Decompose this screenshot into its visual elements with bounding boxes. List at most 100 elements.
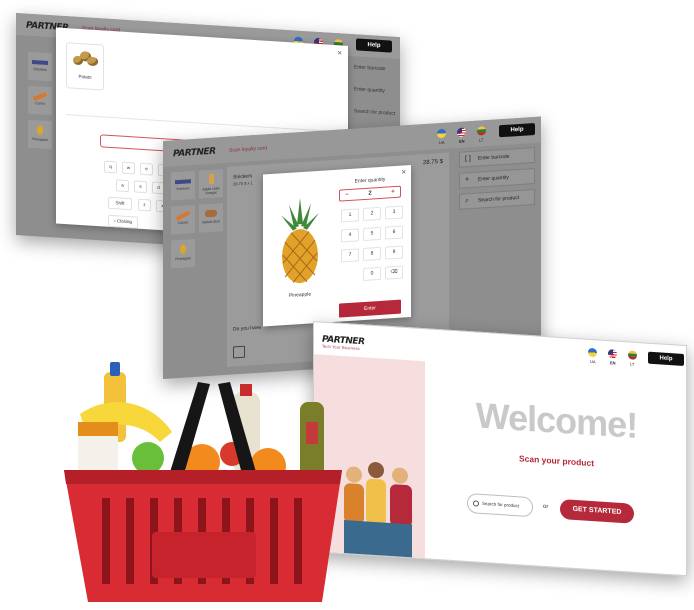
- minus-button[interactable]: −: [341, 190, 353, 201]
- key-a[interactable]: a: [116, 179, 129, 193]
- numpad-key-3[interactable]: 3: [385, 205, 403, 220]
- quantity-stepper[interactable]: − 2 +: [339, 185, 401, 202]
- product-card-label: Potato: [78, 73, 92, 80]
- numpad-key-8[interactable]: 8: [363, 246, 381, 262]
- sidebar-item-label: Pineapple: [32, 137, 48, 142]
- plus-button[interactable]: +: [387, 187, 399, 198]
- search-product-input[interactable]: Search for product: [467, 492, 533, 518]
- quantity-modal: × Pineapple Enter quantity − 2 + 1 2 3 4…: [263, 164, 411, 327]
- help-button[interactable]: Help: [356, 38, 392, 53]
- enter-quantity-button[interactable]: + Enter quantity: [459, 167, 535, 189]
- welcome-title: Welcome!: [475, 394, 638, 446]
- modal-title: Enter quantity: [354, 176, 386, 185]
- flag-ua-label: UA: [590, 358, 596, 365]
- search-placeholder: Search for product: [482, 500, 520, 509]
- sidebar-item-label: Snickers: [33, 67, 47, 72]
- tile-label: Baked dish: [202, 219, 220, 225]
- flag-en-label: EN: [610, 360, 616, 366]
- flag-lt-icon[interactable]: [628, 350, 637, 360]
- keyboard-close-label: Closing: [116, 218, 132, 225]
- menu-search-product[interactable]: Search for product: [354, 108, 395, 117]
- shopping-basket-image: [64, 362, 342, 602]
- brand-logo: PARTNER: [173, 147, 216, 160]
- key-w[interactable]: w: [122, 161, 135, 175]
- scan-hint: Scan your product: [518, 453, 595, 469]
- enter-button[interactable]: Enter: [339, 299, 401, 318]
- flag-en-icon[interactable]: [608, 349, 617, 359]
- pineapple-icon: [180, 244, 186, 254]
- get-started-button[interactable]: GET STARTED: [560, 498, 634, 524]
- scale-icon[interactable]: [233, 345, 245, 359]
- close-icon[interactable]: ×: [337, 48, 342, 57]
- flag-lt-label: LT: [630, 361, 635, 367]
- flag-en-icon[interactable]: [457, 127, 466, 137]
- numpad-key-0[interactable]: 0: [363, 266, 381, 282]
- numpad-key-5[interactable]: 5: [363, 226, 381, 242]
- key-s[interactable]: s: [134, 180, 147, 194]
- sidebar-item-carrot[interactable]: Carrot: [28, 85, 52, 116]
- keyboard-close-key[interactable]: ‹ Closing: [108, 214, 138, 229]
- help-button[interactable]: Help: [499, 122, 535, 138]
- numpad-key-9[interactable]: 9: [385, 245, 403, 260]
- search-product-button[interactable]: ⌕ Search for product: [459, 188, 535, 210]
- key-z[interactable]: z: [138, 198, 151, 212]
- shift-key[interactable]: Shift: [108, 196, 132, 211]
- flag-lt-label: LT: [479, 137, 484, 143]
- barcode-icon: [ ]: [465, 155, 471, 163]
- brand-logo: PARTNER Tech Your Business: [322, 335, 365, 352]
- numpad-key-4[interactable]: 4: [341, 228, 359, 243]
- snickers-icon: [32, 60, 48, 66]
- flag-ua-icon[interactable]: [437, 128, 446, 139]
- quantity-value: 2: [368, 190, 372, 197]
- cart-item-price: 28.75 $ x 1: [233, 180, 253, 187]
- flag-ua-icon[interactable]: [588, 347, 597, 358]
- bottle-icon: [208, 173, 214, 185]
- numpad-key-7[interactable]: 7: [341, 248, 359, 263]
- right-actions: [ ] Enter barcode + Enter quantity ⌕ Search…: [459, 146, 535, 352]
- sidebar-item-label: Carrot: [178, 220, 188, 226]
- button-label: Enter quantity: [478, 174, 509, 183]
- sidebar-item-carrot[interactable]: Carrot: [171, 204, 195, 235]
- brand-name: PARTNER: [173, 146, 216, 160]
- product-card-potato[interactable]: Potato: [66, 42, 104, 91]
- flag-ua-label: UA: [439, 139, 445, 146]
- close-icon[interactable]: ×: [401, 167, 406, 176]
- flag-en-label: EN: [459, 138, 465, 144]
- plus-icon: +: [465, 176, 470, 184]
- backspace-key[interactable]: ⌫: [385, 265, 403, 280]
- pineapple-icon: [37, 125, 43, 135]
- or-label: or: [543, 503, 549, 511]
- divider: [66, 114, 336, 133]
- key-q[interactable]: q: [104, 160, 117, 174]
- tile-apple-cider-vinegar[interactable]: Apple cider vinegar: [199, 169, 223, 199]
- sidebar-item-snickers[interactable]: Snickers: [171, 170, 195, 201]
- help-button[interactable]: Help: [648, 351, 684, 366]
- enter-barcode-button[interactable]: [ ] Enter barcode: [459, 146, 535, 168]
- sidebar-item-pineapple[interactable]: Pineapple: [171, 238, 195, 269]
- numpad-key-1[interactable]: 1: [341, 208, 359, 223]
- menu-enter-quantity[interactable]: Enter quantity: [354, 86, 385, 94]
- search-icon: ⌕: [465, 197, 469, 205]
- numpad-key-6[interactable]: 6: [385, 225, 403, 240]
- sidebar-item-label: Snickers: [176, 186, 190, 192]
- button-label: Search for product: [478, 194, 520, 204]
- product-collage: PARTNER Scan loyalty card Help Snickers …: [0, 0, 694, 610]
- sidebar-item-snickers[interactable]: Snickers: [28, 51, 52, 82]
- button-label: Enter barcode: [478, 153, 510, 162]
- tile-label: Apple cider vinegar: [202, 186, 220, 196]
- potato-image: [73, 50, 99, 70]
- carrot-icon: [32, 92, 48, 101]
- flag-lt-icon[interactable]: [477, 126, 486, 136]
- dish-icon: [205, 209, 217, 218]
- search-icon: [473, 500, 479, 507]
- pineapple-image: [281, 198, 319, 284]
- bottom-prompt: Do you have: [233, 324, 262, 333]
- welcome-screen: PARTNER Tech Your Business UA EN LT Help…: [313, 321, 687, 577]
- tile-baked-dish[interactable]: Baked dish: [199, 203, 223, 233]
- loyalty-hint[interactable]: Scan loyalty card: [229, 145, 267, 153]
- snickers-icon: [175, 179, 191, 185]
- sidebar-item-pineapple[interactable]: Pineapple: [28, 119, 52, 150]
- numpad-key-2[interactable]: 2: [363, 206, 381, 222]
- menu-enter-barcode[interactable]: Enter barcode: [354, 64, 385, 72]
- key-e[interactable]: e: [140, 162, 153, 176]
